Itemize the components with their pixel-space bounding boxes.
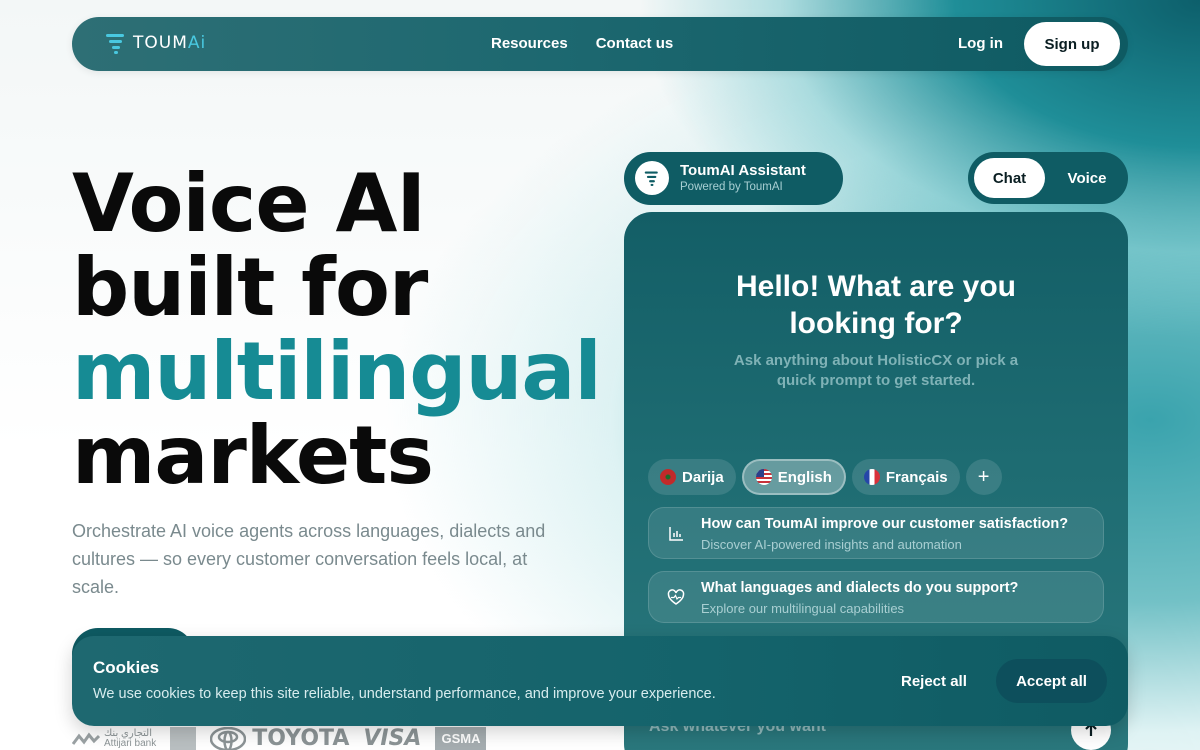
hero-title: Voice AI built for multilingual markets (72, 157, 602, 502)
language-chip-darija[interactable]: Darija (648, 459, 736, 495)
cookie-message: We use cookies to keep this site reliabl… (93, 686, 716, 702)
quick-prompt-satisfaction[interactable]: How can ToumAI improve our customer sati… (648, 507, 1104, 559)
morocco-flag-icon (660, 469, 676, 485)
accept-cookies-button[interactable]: Accept all (996, 659, 1107, 703)
quick-prompt-languages[interactable]: What languages and dialects do you suppo… (648, 571, 1104, 623)
toyota-logo: TOYOTA (210, 726, 349, 750)
france-flag-icon (863, 469, 880, 485)
gsma-logo: GSMA (435, 727, 487, 750)
nav-link-resources[interactable]: Resources (491, 35, 568, 52)
heart-pulse-icon (667, 589, 685, 605)
assistant-identity: ToumAI Assistant Powered by ToumAI (624, 152, 843, 205)
nav-link-contact[interactable]: Contact us (596, 35, 674, 52)
prompt-title: What languages and dialects do you suppo… (701, 580, 1019, 596)
toumai-logo-icon (106, 34, 124, 54)
language-selector: Darija English Français + (648, 459, 1002, 495)
language-label: Darija (682, 468, 724, 486)
language-chip-french[interactable]: Français (851, 459, 960, 495)
attijari-text: Attijari bank (104, 737, 157, 749)
assistant-avatar (635, 161, 669, 195)
hero-title-line-2: built for (72, 241, 428, 334)
partner-logo-box (170, 726, 197, 750)
toumai-logo-icon (644, 171, 658, 186)
prompt-title: How can ToumAI improve our customer sati… (701, 516, 1069, 532)
attijari-mark-icon (72, 732, 100, 745)
login-link[interactable]: Log in (958, 35, 1003, 52)
language-label: English (777, 468, 832, 486)
cookie-title: Cookies (93, 658, 160, 677)
mode-chat-tab[interactable]: Chat (974, 158, 1045, 198)
signup-button[interactable]: Sign up (1024, 22, 1120, 66)
hero-title-accent: multilingual (72, 325, 602, 418)
bar-chart-icon (669, 527, 683, 541)
top-navbar: TOUMAi Resources Contact us Log in Sign … (72, 17, 1128, 71)
toyota-emblem-icon (210, 726, 247, 750)
attijari-arabic-text: التجاري بنك (104, 727, 153, 739)
visa-logo: VISA (363, 726, 422, 750)
add-language-button[interactable]: + (965, 459, 1002, 495)
hero-title-line-1: Voice AI (72, 157, 426, 250)
hero-subtitle: Orchestrate AI voice agents across langu… (72, 521, 546, 597)
mode-toggle: Chat Voice (968, 152, 1128, 204)
nav-links: Resources Contact us (491, 35, 673, 52)
mode-voice-tab[interactable]: Voice (1052, 158, 1122, 198)
brand-name: TOUMAi (133, 33, 207, 53)
assistant-name: ToumAI Assistant (680, 162, 806, 179)
us-flag-icon (755, 469, 772, 485)
prompt-description: Discover AI-powered insights and automat… (701, 537, 962, 552)
reject-cookies-button[interactable]: Reject all (885, 659, 983, 703)
language-label: Français (885, 468, 948, 486)
cookie-banner: Cookies We use cookies to keep this site… (72, 636, 1128, 726)
prompt-description: Explore our multilingual capabilities (701, 601, 905, 616)
language-chip-english[interactable]: English (741, 459, 846, 495)
brand-logo[interactable]: TOUMAi (105, 31, 206, 55)
assistant-powered-by: Powered by ToumAI (680, 181, 783, 193)
toyota-text: TOYOTA (252, 726, 350, 750)
attijari-logo: التجاري بنك Attijari bank (72, 727, 157, 749)
hero-title-line-4: markets (72, 409, 434, 502)
chat-greeting: Hello! What are you looking for? (735, 270, 1017, 340)
chat-subheading: Ask anything about HolisticCX or pick a … (733, 352, 1019, 389)
client-logos: التجاري بنك Attijari bank TOYOTA VISA GS… (72, 726, 487, 750)
